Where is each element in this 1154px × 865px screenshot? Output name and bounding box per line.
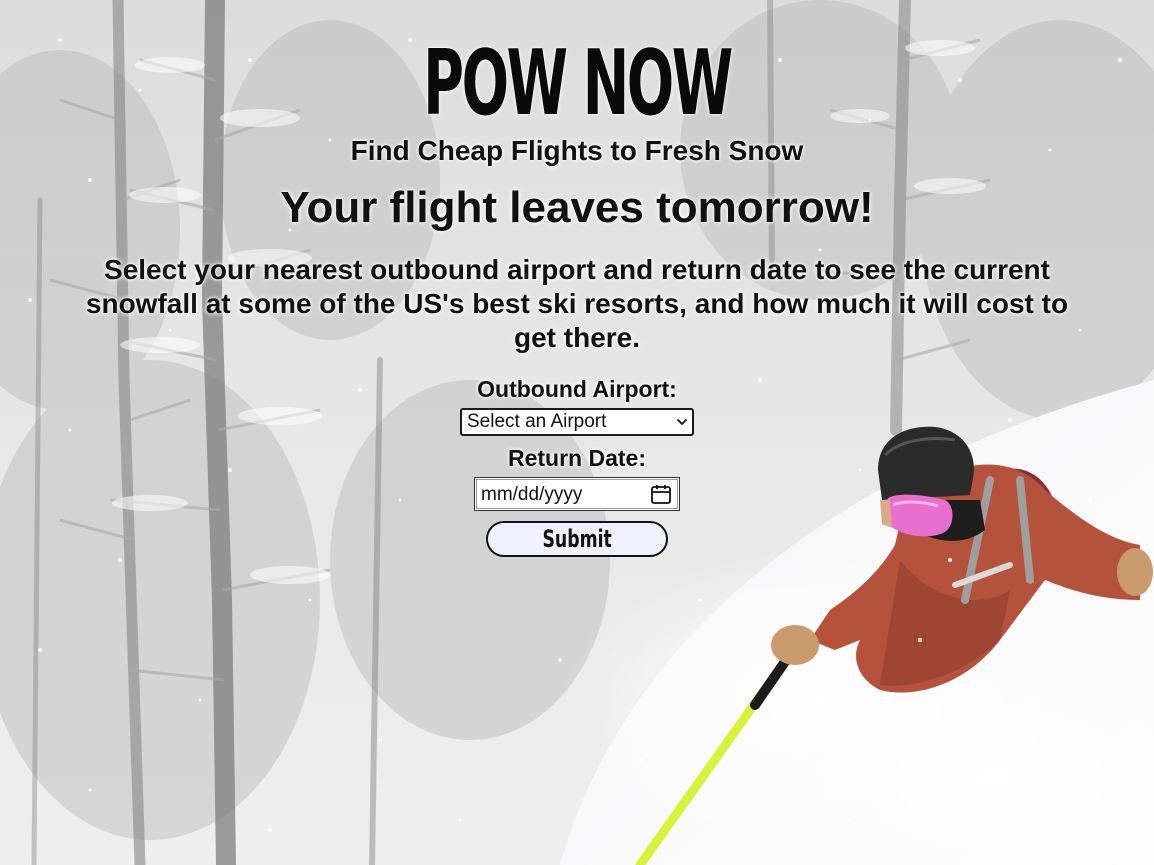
flight-search-form: Outbound Airport: Select an Airport Retu… <box>0 375 1154 557</box>
main-content: POW NOW Find Cheap Flights to Fresh Snow… <box>0 0 1154 557</box>
submit-button-label: Submit <box>542 525 612 553</box>
outbound-airport-label: Outbound Airport: <box>477 376 677 402</box>
chevron-down-icon <box>677 419 687 425</box>
return-date-placeholder: mm/dd/yyyy <box>481 484 583 505</box>
submit-button[interactable]: Submit <box>486 521 668 557</box>
outbound-airport-select[interactable]: Select an Airport <box>460 408 694 436</box>
return-date-label: Return Date: <box>507 445 646 471</box>
outbound-airport-selected-value: Select an Airport <box>467 411 607 432</box>
logo: POW NOW <box>423 31 733 136</box>
tagline: Find Cheap Flights to Fresh Snow <box>350 135 804 166</box>
page-description: Select your nearest outbound airport and… <box>85 254 1069 353</box>
calendar-icon[interactable] <box>650 483 672 505</box>
page-headline: Your flight leaves tomorrow! <box>280 183 874 232</box>
return-date-input[interactable]: mm/dd/yyyy <box>474 477 680 511</box>
